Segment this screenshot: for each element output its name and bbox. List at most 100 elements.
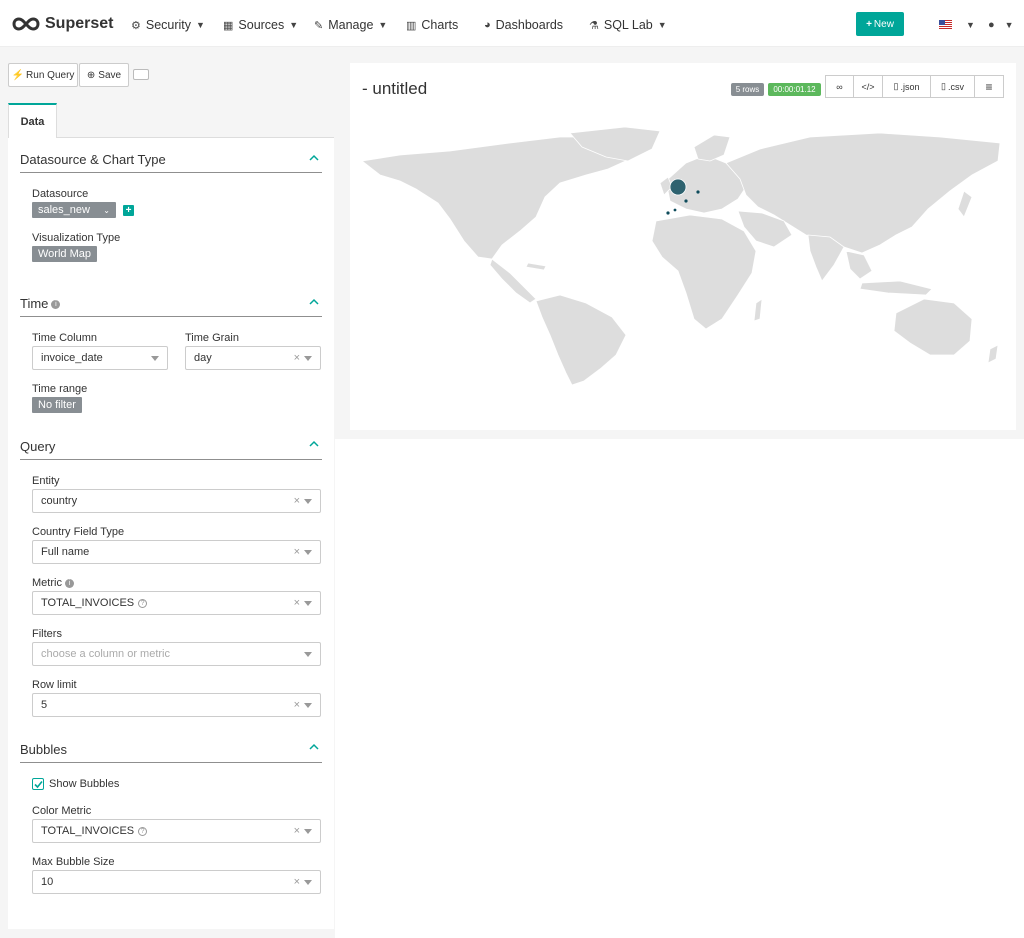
chevron-down-icon: ▼ [196, 20, 205, 30]
tab-data[interactable]: Data [8, 103, 57, 138]
embed-code-button[interactable]: </> [853, 75, 883, 98]
section-time-label: Time [20, 296, 49, 311]
viz-type-select[interactable]: World Map [32, 246, 97, 262]
clear-icon[interactable]: × [294, 876, 300, 888]
chevron-up-icon[interactable] [309, 742, 319, 752]
row-limit-select[interactable]: 5 × [32, 693, 321, 717]
code-icon: </> [861, 81, 875, 92]
map-bubble[interactable] [684, 199, 688, 203]
max-bubble-size-value: 10 [41, 876, 54, 888]
map-country [651, 214, 757, 330]
brand-name: Superset [45, 15, 114, 32]
color-metric-select[interactable]: TOTAL_INVOICES? × [32, 819, 321, 843]
color-metric-label: Color Metric [32, 805, 92, 817]
add-datasource-icon[interactable]: + [123, 205, 134, 216]
country-field-type-select[interactable]: Full name × [32, 540, 321, 564]
json-button[interactable]: ▯ .json [882, 75, 931, 98]
caret-down-icon [304, 880, 312, 885]
nav-security[interactable]: ⚙ Security ▼ [131, 17, 205, 33]
time-range-select[interactable]: No filter [32, 397, 82, 413]
country-field-type-value: Full name [41, 546, 90, 558]
viz-type-value: World Map [38, 248, 91, 260]
nav-sqllab[interactable]: ⚗ SQL Lab ▼ [589, 17, 667, 33]
chevron-up-icon[interactable] [309, 153, 319, 163]
section-bubbles-title[interactable]: Bubbles [20, 742, 67, 757]
nav-charts[interactable]: ▥ Charts [406, 17, 458, 33]
datasource-label: Datasource [32, 188, 89, 200]
clear-icon[interactable]: × [294, 352, 300, 364]
max-bubble-size-select[interactable]: 10 × [32, 870, 321, 894]
show-bubbles-checkbox[interactable] [32, 778, 44, 790]
section-divider [20, 172, 322, 173]
map-bubble[interactable] [696, 190, 700, 194]
nav-manage-label: Manage [328, 18, 374, 32]
datasource-select[interactable]: sales_new ⌄ [32, 202, 116, 218]
section-time-title[interactable]: Time i [20, 296, 61, 311]
time-column-value: invoice_date [41, 352, 103, 364]
run-query-label: Run Query [26, 69, 75, 81]
entity-label: Entity [32, 475, 60, 487]
time-grain-select[interactable]: day × [185, 346, 321, 370]
time-column-select[interactable]: invoice_date [32, 346, 168, 370]
filters-select[interactable]: choose a column or metric [32, 642, 321, 666]
time-grain-label: Time Grain [185, 332, 239, 344]
chevron-down-icon: ⌄ [103, 205, 110, 215]
run-query-button[interactable]: ⚡ Run Query [8, 63, 78, 87]
map-country [859, 280, 933, 296]
flask-icon: ⚗ [589, 19, 599, 32]
save-button[interactable]: ⊕ Save [79, 63, 129, 87]
save-label: Save [98, 69, 122, 81]
question-icon[interactable]: ? [138, 598, 148, 608]
chart-panel: - untitled 5 rows 00:00:01.12 ∞ </> ▯ .j… [350, 63, 1016, 430]
chart-title[interactable]: - untitled [362, 79, 427, 99]
clear-icon[interactable]: × [294, 495, 300, 507]
nav-sources[interactable]: ▦ Sources ▼ [223, 17, 298, 33]
map-country [845, 250, 873, 280]
clear-icon[interactable]: × [294, 699, 300, 711]
section-datasource-title[interactable]: Datasource & Chart Type [20, 152, 166, 167]
keyboard-icon[interactable] [133, 69, 149, 80]
clear-icon[interactable]: × [294, 597, 300, 609]
world-landmass [361, 126, 1001, 386]
map-bubble[interactable] [666, 211, 670, 215]
user-menu[interactable]: ● ▼ [988, 17, 1014, 33]
nav-dashboards[interactable]: ◕ Dashboards [484, 17, 563, 33]
clear-icon[interactable]: × [294, 546, 300, 558]
map-bubble[interactable] [669, 178, 687, 196]
new-button[interactable]: + New [856, 12, 904, 36]
question-icon[interactable]: ? [138, 826, 148, 836]
brand-logo[interactable]: Superset [12, 13, 113, 35]
section-divider [20, 459, 322, 460]
csv-button[interactable]: ▯ .csv [930, 75, 975, 98]
link-button[interactable]: ∞ [825, 75, 854, 98]
language-caret[interactable]: ▼ [961, 17, 975, 33]
viz-type-label: Visualization Type [32, 232, 121, 244]
entity-select[interactable]: country × [32, 489, 321, 513]
chevron-up-icon[interactable] [309, 439, 319, 449]
map-country [987, 344, 999, 364]
us-flag-icon[interactable] [939, 20, 952, 29]
wrench-icon: ✎ [314, 19, 324, 32]
menu-button[interactable]: ≡ [974, 75, 1004, 98]
section-divider [20, 316, 322, 317]
map-country [535, 294, 627, 386]
map-bubble[interactable] [673, 208, 677, 212]
country-field-type-label: Country Field Type [32, 526, 125, 538]
metric-label-text: Metric [32, 577, 62, 589]
show-bubbles-label[interactable]: Show Bubbles [49, 778, 119, 790]
caret-down-icon [304, 356, 312, 361]
superset-logo-icon [12, 17, 40, 31]
metric-value: TOTAL_INVOICES [41, 597, 135, 609]
section-query-title[interactable]: Query [20, 439, 55, 454]
clear-icon[interactable]: × [294, 825, 300, 837]
tab-data-label: Data [20, 115, 45, 128]
chevron-down-icon: ▼ [378, 20, 388, 30]
nav-manage[interactable]: ✎ Manage ▼ [314, 17, 387, 33]
info-icon[interactable]: i [51, 300, 61, 310]
metric-select[interactable]: TOTAL_INVOICES? × [32, 591, 321, 615]
chevron-up-icon[interactable] [309, 297, 319, 307]
chevron-down-icon: ▼ [289, 20, 299, 30]
bar-chart-icon: ▥ [406, 19, 417, 32]
timer-badge: 00:00:01.12 [768, 83, 821, 96]
info-icon[interactable]: i [64, 578, 74, 588]
